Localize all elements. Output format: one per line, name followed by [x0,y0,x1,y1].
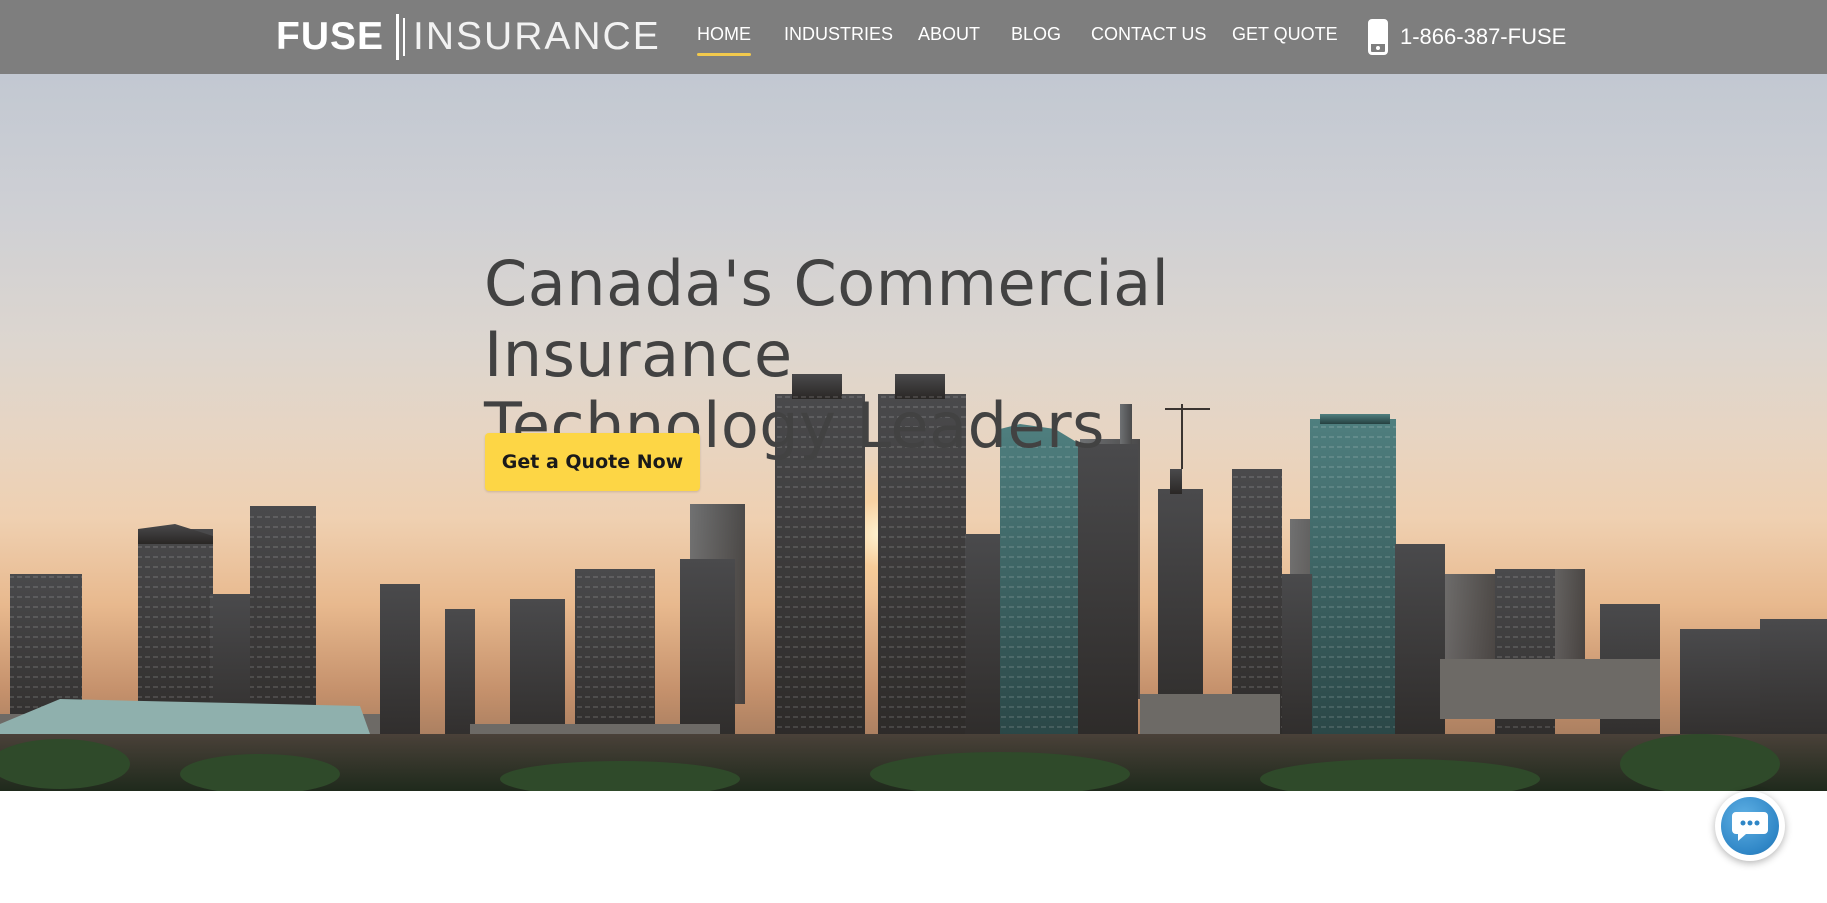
hero-title: Canada's Commercial Insurance Technology… [484,248,1484,461]
site-header: FUSE INSURANCE HOME INDUSTRIES ABOUT BLO… [0,0,1827,74]
phone-link[interactable]: 1-866-387-FUSE [1368,19,1566,55]
nav-blog[interactable]: BLOG [1011,24,1061,45]
chat-widget-circle [1721,797,1779,855]
hero-title-line1: Canada's Commercial Insurance [484,247,1170,391]
get-quote-button[interactable]: Get a Quote Now [485,433,700,491]
chat-widget-button[interactable] [1715,791,1785,861]
logo-text-light: INSURANCE [413,15,661,58]
nav-get-quote[interactable]: GET QUOTE [1232,24,1338,45]
mobile-phone-icon [1368,19,1388,55]
hero-section: Canada's Commercial Insurance Technology… [0,74,1827,791]
nav-contact-us[interactable]: CONTACT US [1091,24,1206,45]
nav-about[interactable]: ABOUT [918,24,980,45]
nav-industries[interactable]: INDUSTRIES [784,24,893,45]
logo-divider-icon [396,13,406,61]
site-logo[interactable]: FUSE INSURANCE [276,12,661,62]
phone-number: 1-866-387-FUSE [1400,24,1567,49]
logo-text-bold: FUSE [276,15,385,58]
chat-bubble-icon [1732,812,1768,841]
nav-home[interactable]: HOME [697,24,751,56]
